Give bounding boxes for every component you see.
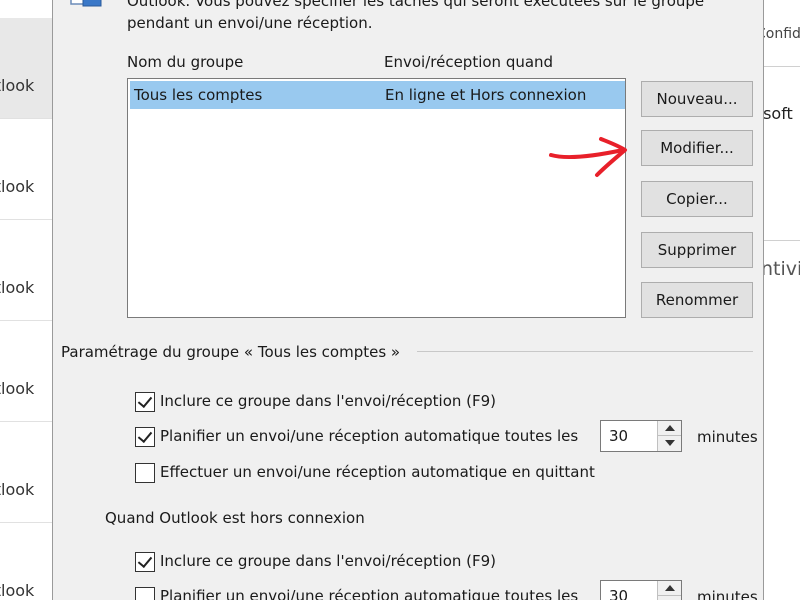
stepper-arrows [657, 421, 681, 451]
send-receive-icon [70, 0, 102, 7]
background-text: Microsoft [764, 104, 793, 123]
background-text: Antivi [764, 258, 800, 280]
background-text: Confiden [764, 26, 800, 42]
background-reading-pane: Confiden Microsoft Antivi [764, 0, 800, 600]
red-arrow-annotation [549, 137, 627, 177]
background-list-item[interactable]: Outlook [0, 119, 52, 220]
background-message-list: Outlook Outlook Outlook Outlook Outlook … [0, 0, 52, 600]
description-line: Outlook. Vous pouvez spécifier les tâche… [127, 0, 705, 10]
background-item-label: Outlook [0, 379, 35, 398]
offline-section-title: Quand Outlook est hors connexion [105, 509, 365, 527]
stepper-value[interactable]: 30 [609, 427, 628, 445]
offline-schedule-label: Planifier un envoi/une réception automat… [160, 587, 579, 600]
section-divider [417, 351, 753, 352]
dialog-description: Outlook. Vous pouvez spécifier les tâche… [127, 0, 727, 34]
minutes-label: minutes [697, 588, 758, 600]
spin-up-icon[interactable] [658, 421, 681, 436]
group-list[interactable]: Tous les comptes En ligne et Hors connex… [127, 78, 626, 318]
group-settings-title: Paramétrage du groupe « Tous les comptes… [61, 343, 401, 361]
background-divider [764, 240, 800, 241]
background-list-item[interactable]: Outlook [0, 422, 52, 523]
checkbox-icon[interactable] [135, 587, 155, 600]
background-item-label: Outlook [0, 480, 35, 499]
online-on-exit-label: Effectuer un envoi/une réception automat… [160, 463, 595, 481]
new-button[interactable]: Nouveau... [641, 81, 753, 117]
online-minutes-stepper[interactable]: 30 [600, 420, 682, 452]
spin-up-icon[interactable] [658, 581, 681, 596]
group-when-cell: En ligne et Hors connexion [385, 86, 587, 104]
background-list-item[interactable]: Outlook [0, 523, 52, 600]
online-schedule-label: Planifier un envoi/une réception automat… [160, 427, 579, 445]
stepper-arrows [657, 581, 681, 600]
offline-include-label: Inclure ce groupe dans l'envoi/réception… [160, 552, 497, 570]
minutes-label: minutes [697, 428, 758, 446]
online-include-label: Inclure ce groupe dans l'envoi/réception… [160, 392, 497, 410]
edit-button[interactable]: Modifier... [641, 130, 753, 166]
rename-button[interactable]: Renommer [641, 282, 753, 318]
group-name-cell: Tous les comptes [134, 86, 263, 104]
background-list-item[interactable]: Outlook [0, 18, 52, 119]
background-item-label: Outlook [0, 278, 35, 297]
spin-down-icon[interactable] [658, 596, 681, 600]
stepper-value[interactable]: 30 [609, 587, 628, 600]
background-list-item[interactable]: Outlook [0, 321, 52, 422]
background-list-item[interactable]: Outlook [0, 220, 52, 321]
checkbox-icon[interactable] [135, 463, 155, 483]
spin-down-icon[interactable] [658, 436, 681, 451]
column-header-group-name: Nom du groupe [127, 53, 244, 71]
checkbox-icon[interactable] [135, 392, 155, 412]
offline-minutes-stepper[interactable]: 30 [600, 580, 682, 600]
checkbox-icon[interactable] [135, 552, 155, 572]
group-row-selected[interactable]: Tous les comptes En ligne et Hors connex… [130, 81, 625, 109]
send-receive-groups-dialog: Outlook. Vous pouvez spécifier les tâche… [52, 0, 764, 600]
background-divider [764, 66, 800, 67]
background-item-label: Outlook [0, 177, 35, 196]
background-item-label: Outlook [0, 581, 35, 600]
column-header-send-receive-when: Envoi/réception quand [384, 53, 554, 71]
description-line: pendant un envoi/une réception. [127, 14, 373, 32]
delete-button[interactable]: Supprimer [641, 232, 753, 268]
background-item-label: Outlook [0, 76, 35, 95]
checkbox-icon[interactable] [135, 427, 155, 447]
copy-button[interactable]: Copier... [641, 181, 753, 217]
